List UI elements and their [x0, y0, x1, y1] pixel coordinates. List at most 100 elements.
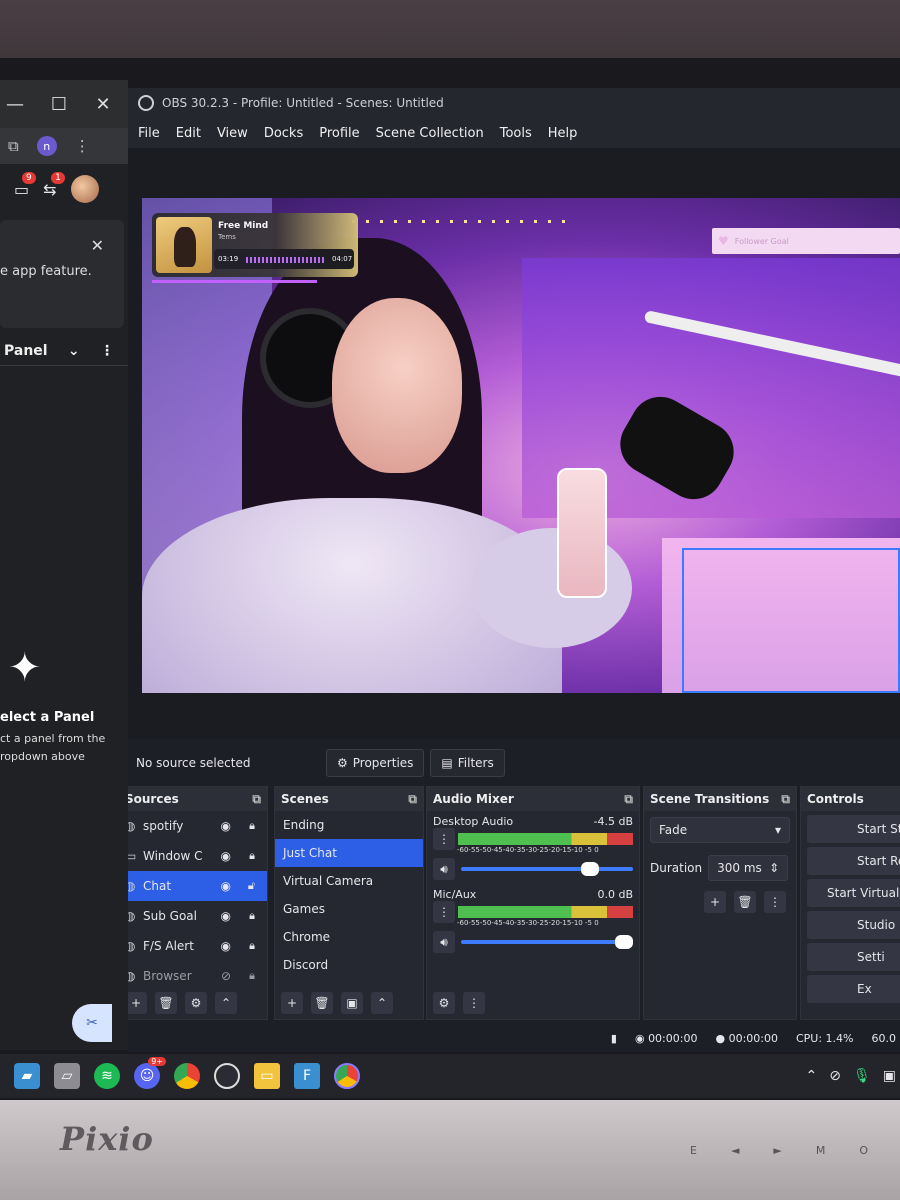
add-scene-button[interactable]: + — [281, 992, 303, 1014]
kebab-menu-icon[interactable]: ⋮ — [100, 343, 114, 359]
menu-tools[interactable]: Tools — [500, 126, 532, 141]
start-streaming-button[interactable]: Start Str — [807, 815, 900, 843]
eye-icon[interactable]: ◉ — [221, 879, 231, 893]
eye-off-icon[interactable]: ⊘ — [221, 969, 231, 983]
share-icon[interactable]: ⇆ 1 — [43, 171, 65, 199]
monitor-button[interactable]: E — [690, 1144, 697, 1157]
slider-knob[interactable] — [580, 862, 599, 876]
menu-help[interactable]: Help — [548, 126, 578, 141]
camera-off-icon[interactable]: ⊘ — [829, 1068, 841, 1084]
exit-button[interactable]: Ex — [807, 975, 900, 1003]
document-icon[interactable]: F — [294, 1063, 320, 1089]
gear-icon[interactable]: ⚙ — [433, 992, 455, 1014]
scene-item-virtual-camera[interactable]: Virtual Camera — [275, 867, 423, 895]
extensions-icon[interactable]: ⧉ — [8, 137, 19, 155]
minimize-button[interactable]: — — [4, 94, 26, 115]
kebab-menu-icon[interactable]: ⋮ — [433, 828, 455, 850]
menu-edit[interactable]: Edit — [176, 126, 201, 141]
app-icon[interactable]: ▰ — [14, 1063, 40, 1089]
menu-docks[interactable]: Docks — [264, 126, 303, 141]
undock-icon[interactable]: ⧉ — [252, 792, 261, 807]
lock-icon[interactable]: 🔓︎ — [248, 879, 255, 893]
undock-icon[interactable]: ⧉ — [408, 792, 417, 807]
settings-button[interactable]: Setti — [807, 943, 900, 971]
properties-button[interactable]: ⚙ Properties — [326, 749, 425, 777]
lock-icon[interactable]: 🔒︎ — [249, 819, 255, 833]
chevron-up-icon[interactable]: ⌃ — [215, 992, 237, 1014]
stream-preview[interactable]: Free Mind Tems 03:19 04:07 ♥ Follower Go… — [142, 198, 900, 693]
profile-avatar[interactable]: n — [36, 136, 57, 156]
scene-item-discord[interactable]: Discord — [275, 951, 423, 979]
menu-profile[interactable]: Profile — [319, 126, 359, 141]
folder-icon[interactable]: ▭ — [254, 1063, 280, 1089]
eye-icon[interactable]: ◉ — [221, 939, 231, 953]
close-button[interactable]: ✕ — [92, 94, 114, 115]
kebab-menu-icon[interactable]: ⋮ — [75, 137, 90, 155]
source-item-chat[interactable]: ◍ Chat ◉ 🔓︎ — [128, 871, 267, 901]
monitor-button[interactable]: M — [816, 1144, 826, 1157]
chrome-icon[interactable] — [174, 1063, 200, 1089]
trash-icon[interactable]: 🗑︎ — [734, 891, 756, 913]
lock-icon[interactable]: 🔒︎ — [249, 909, 255, 923]
selected-source-bounds[interactable] — [682, 548, 900, 693]
lock-icon[interactable]: 🔒︎ — [249, 969, 255, 983]
kebab-menu-icon[interactable]: ⋮ — [764, 891, 786, 913]
volume-slider[interactable] — [461, 935, 633, 949]
chrome-profile-icon[interactable] — [334, 1063, 360, 1089]
files-stack-icon[interactable]: ▱ — [54, 1063, 80, 1089]
undock-icon[interactable]: ⧉ — [624, 792, 633, 807]
folder-icon[interactable]: ▭ 9 — [14, 171, 36, 199]
user-avatar[interactable] — [70, 175, 99, 203]
spotify-icon[interactable]: ≋ — [94, 1063, 120, 1089]
eye-icon[interactable]: ◉ — [221, 819, 231, 833]
filter-icon[interactable]: ▣ — [341, 992, 363, 1014]
add-transition-button[interactable]: + — [704, 891, 726, 913]
menu-scene-collection[interactable]: Scene Collection — [376, 126, 484, 141]
source-item-sub-goal[interactable]: ◍ Sub Goal ◉ 🔒︎ — [128, 901, 267, 931]
maximize-button[interactable]: ☐ — [48, 94, 70, 115]
volume-slider[interactable] — [461, 862, 633, 876]
panel-dropdown[interactable]: Panel ⌄ ⋮ — [0, 336, 128, 366]
undock-icon[interactable]: ⧉ — [781, 792, 790, 807]
gear-icon[interactable]: ⚙ — [185, 992, 207, 1014]
source-item-spotify[interactable]: ◍ spotify ◉ 🔒︎ — [128, 811, 267, 841]
lock-icon[interactable]: 🔒︎ — [249, 939, 255, 953]
kebab-menu-icon[interactable]: ⋮ — [433, 901, 455, 923]
scene-item-just-chat[interactable]: Just Chat — [275, 839, 423, 867]
transition-select[interactable]: Fade ▾ — [650, 817, 790, 843]
source-item-fs-alert[interactable]: ◍ F/S Alert ◉ 🔒︎ — [128, 931, 267, 961]
monitor-button[interactable]: ► — [773, 1144, 781, 1157]
studio-mode-button[interactable]: Studio — [807, 911, 900, 939]
chevron-up-icon[interactable]: ⌃ — [806, 1068, 818, 1084]
speaker-icon[interactable]: 🔊︎ — [433, 858, 455, 880]
speaker-icon[interactable]: 🔊︎ — [433, 931, 455, 953]
monitor-button[interactable]: O — [859, 1144, 868, 1157]
duration-input[interactable]: 300 ms ⇕ — [708, 855, 789, 881]
source-item-window[interactable]: ▭ Window C ◉ 🔒︎ — [128, 841, 267, 871]
start-virtual-camera-button[interactable]: Start Virtual C — [807, 879, 900, 907]
menu-file[interactable]: File — [138, 126, 160, 141]
close-icon[interactable]: ✕ — [91, 236, 104, 255]
monitor-button[interactable]: ◄ — [731, 1144, 739, 1157]
trash-icon[interactable]: 🗑︎ — [155, 992, 177, 1014]
start-recording-button[interactable]: Start Re — [807, 847, 900, 875]
scene-item-games[interactable]: Games — [275, 895, 423, 923]
trash-icon[interactable]: 🗑︎ — [311, 992, 333, 1014]
microphone-icon[interactable]: 🎙︎ — [853, 1068, 871, 1084]
add-source-button[interactable]: + — [128, 992, 147, 1014]
chevron-up-icon[interactable]: ⌃ — [371, 992, 393, 1014]
scissors-icon[interactable]: ✂ — [72, 1004, 112, 1042]
eye-icon[interactable]: ◉ — [221, 909, 231, 923]
stepper-icon[interactable]: ⇕ — [769, 861, 779, 875]
scene-item-chrome[interactable]: Chrome — [275, 923, 423, 951]
scene-item-ending[interactable]: Ending — [275, 811, 423, 839]
discord-icon[interactable]: ☺ 9+ — [134, 1057, 166, 1089]
slider-knob[interactable] — [615, 935, 633, 949]
display-icon[interactable]: ▣ — [883, 1068, 896, 1084]
menu-view[interactable]: View — [217, 126, 248, 141]
kebab-menu-icon[interactable]: ⋮ — [463, 992, 485, 1014]
obs-icon[interactable] — [214, 1063, 240, 1089]
lock-icon[interactable]: 🔒︎ — [249, 849, 255, 863]
eye-icon[interactable]: ◉ — [221, 849, 231, 863]
filters-button[interactable]: ▤ Filters — [430, 749, 505, 777]
